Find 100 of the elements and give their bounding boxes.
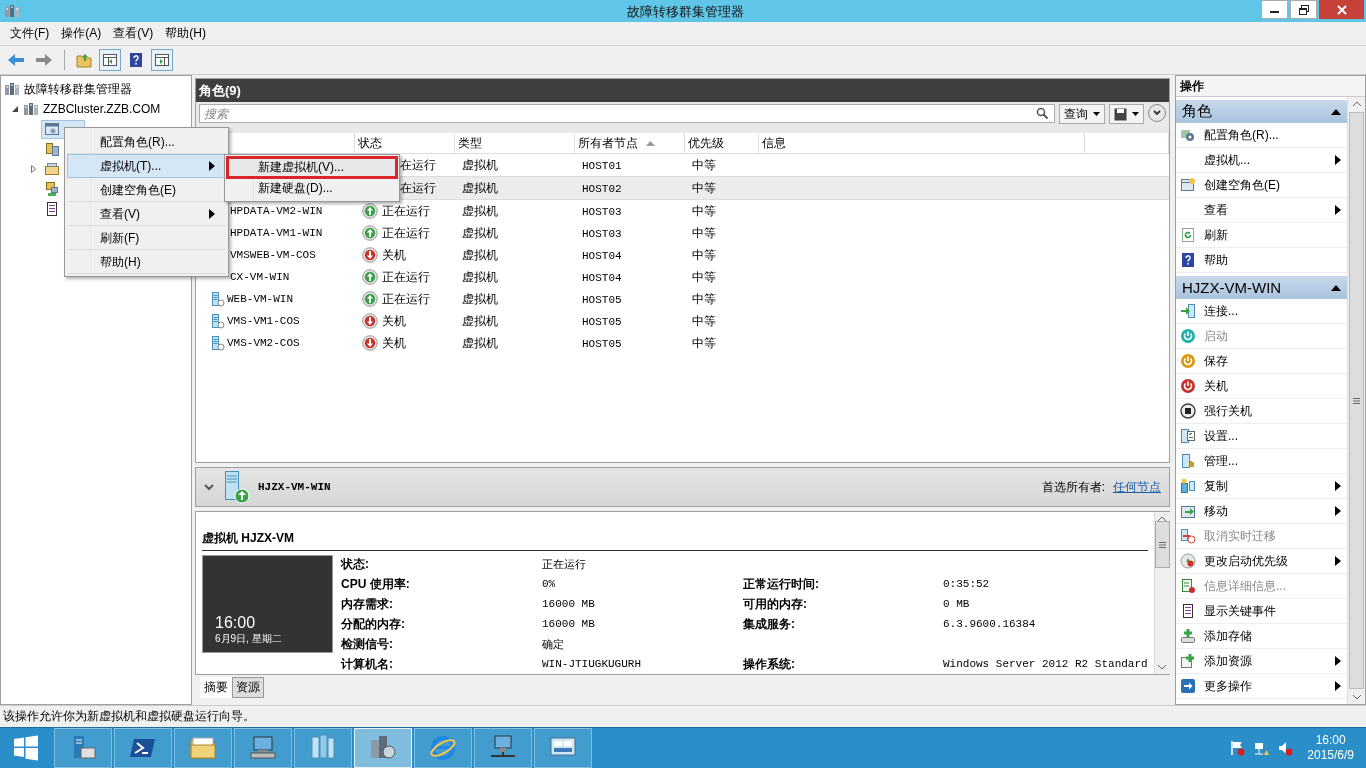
connect-icon (1180, 303, 1196, 320)
action-pane-toggle[interactable] (151, 49, 173, 72)
role-priority: 中等 (691, 203, 716, 218)
thumbnail-date: 6月9日, 星期二 (215, 632, 283, 647)
add-resource-icon (1180, 653, 1196, 670)
menu-item[interactable]: 操作(A) (55, 24, 108, 42)
role-type: 虚拟机 (461, 157, 498, 172)
section-header[interactable]: HJZX-VM-WIN (1176, 276, 1347, 300)
thumbnail-time: 16:00 (215, 614, 257, 633)
collapse-icon (1331, 284, 1341, 291)
add-storage-icon (1180, 628, 1196, 645)
menu-item[interactable]: 文件(F) (4, 24, 56, 42)
column-header[interactable]: 信息 (761, 134, 786, 152)
action-item[interactable]: 复制 (1176, 474, 1347, 500)
clock[interactable]: 16:00 2015/6/9 (1301, 733, 1360, 764)
role-status: 在运行 (400, 179, 436, 197)
section-title: HJZX-VM-WIN (1182, 279, 1282, 297)
action-item[interactable]: 更改启动优先级 (1176, 549, 1347, 575)
restore-button[interactable] (1290, 0, 1317, 19)
tree-item[interactable]: ZZBCluster.ZZB.COM (43, 102, 161, 117)
action-item[interactable]: 设置... (1176, 424, 1347, 450)
role-name: WEB-VM-WIN (227, 293, 293, 306)
details-icon (1180, 578, 1196, 595)
section-title: 角色 (1182, 102, 1212, 122)
role-priority: 中等 (691, 291, 716, 306)
menu-item[interactable]: 查看(V) (67, 202, 226, 226)
preferred-owner-label: 首选所有者: (1041, 478, 1105, 496)
taskbar-button[interactable] (354, 728, 412, 768)
menu-item[interactable]: 帮助(H) (67, 250, 226, 274)
scrollbar[interactable] (1347, 97, 1365, 705)
role-name: HJZX-VM-WIN (258, 481, 331, 494)
role-type: 虚拟机 (461, 291, 498, 306)
action-item[interactable]: 移动 (1176, 499, 1347, 525)
tab[interactable]: 摘要 (200, 677, 232, 699)
menu-item[interactable]: 虚拟机(T)... (67, 154, 226, 178)
column-header[interactable]: 状态 (357, 134, 382, 152)
query-button[interactable]: 查询 (1059, 104, 1105, 125)
flag-icon (1229, 740, 1246, 757)
submenu-arrow-icon (1335, 481, 1341, 492)
menu-item[interactable]: 新建虚拟机(V)... (227, 157, 397, 178)
close-button[interactable] (1319, 0, 1364, 19)
console-tree-toggle[interactable] (99, 49, 121, 72)
action-item[interactable]: 强行关机 (1176, 399, 1347, 425)
menu-item[interactable]: 帮助(H) (159, 24, 212, 42)
action-item[interactable]: 保存 (1176, 349, 1347, 375)
minimize-button[interactable] (1261, 0, 1288, 19)
action-item[interactable]: 显示关键事件 (1176, 599, 1347, 625)
pane-title: 操作 (1176, 76, 1365, 98)
tree-item[interactable]: 故障转移群集管理器 (24, 80, 132, 98)
power-icon (1180, 353, 1196, 370)
column-header[interactable]: 优先级 (687, 134, 724, 152)
speaker-icon (1277, 740, 1294, 757)
action-item[interactable]: 管理... (1176, 449, 1347, 475)
property-value: 0:35:52 (943, 578, 991, 591)
column-header[interactable]: 类型 (457, 134, 482, 152)
network-icon (1253, 740, 1270, 757)
scroll-down-icon (1158, 665, 1167, 671)
action-item[interactable]: 连接... (1176, 299, 1347, 325)
save-query-button[interactable] (1109, 104, 1144, 125)
property-label: 正常运行时间: (743, 575, 820, 593)
owner-name: HOST01 (581, 160, 622, 173)
action-item[interactable]: 添加存储 (1176, 624, 1347, 650)
role-priority: 中等 (691, 335, 716, 350)
cluster-icon (23, 101, 39, 118)
menu-item[interactable]: 刷新(F) (67, 226, 226, 250)
cluster-icon (4, 81, 20, 98)
owner-name: HOST04 (581, 250, 622, 263)
action-item[interactable]: 配置角色(R)... (1176, 123, 1347, 149)
replicate-icon (1180, 478, 1196, 495)
role-priority: 中等 (691, 225, 716, 240)
section-header[interactable]: 角色 (1176, 100, 1347, 124)
server-icon (209, 313, 225, 330)
collapse-button[interactable] (1148, 104, 1166, 123)
role-priority: 中等 (691, 157, 716, 172)
action-item[interactable]: 帮助 (1176, 248, 1347, 274)
role-status: 正在运行 (382, 290, 430, 308)
chevron-down-icon (204, 483, 214, 491)
menu-item[interactable]: 新建硬盘(D)... (227, 178, 397, 199)
server-icon (222, 470, 250, 505)
tab[interactable]: 资源 (232, 677, 264, 699)
preferred-owner-link[interactable]: 任何节点 (1113, 478, 1161, 496)
column-header[interactable]: 所有者节点 (577, 134, 638, 152)
detail-heading: 虚拟机 HJZX-VM (202, 530, 1148, 552)
action-item[interactable]: 添加资源 (1176, 649, 1347, 675)
grip-icon (1158, 541, 1166, 548)
property-label: 分配的内存: (341, 615, 406, 633)
action-item[interactable]: 刷新 (1176, 223, 1347, 249)
refresh-icon (1180, 227, 1196, 244)
menu-item[interactable]: 查看(V) (107, 24, 160, 42)
cluster-icon (4, 3, 20, 19)
power-icon (1180, 378, 1196, 395)
scrollbar[interactable] (1153, 512, 1170, 675)
property-value: 16000 MB (542, 618, 596, 631)
role-type: 虚拟机 (461, 203, 498, 218)
event-log-icon (1180, 603, 1196, 620)
action-item[interactable]: 关机 (1176, 374, 1347, 400)
search-field[interactable]: 搜索 (199, 104, 1055, 124)
action-item[interactable]: 更多操作 (1176, 674, 1347, 700)
action-item[interactable]: 创建空角色(E) (1176, 173, 1347, 199)
role-status: 正在运行 (382, 224, 430, 242)
